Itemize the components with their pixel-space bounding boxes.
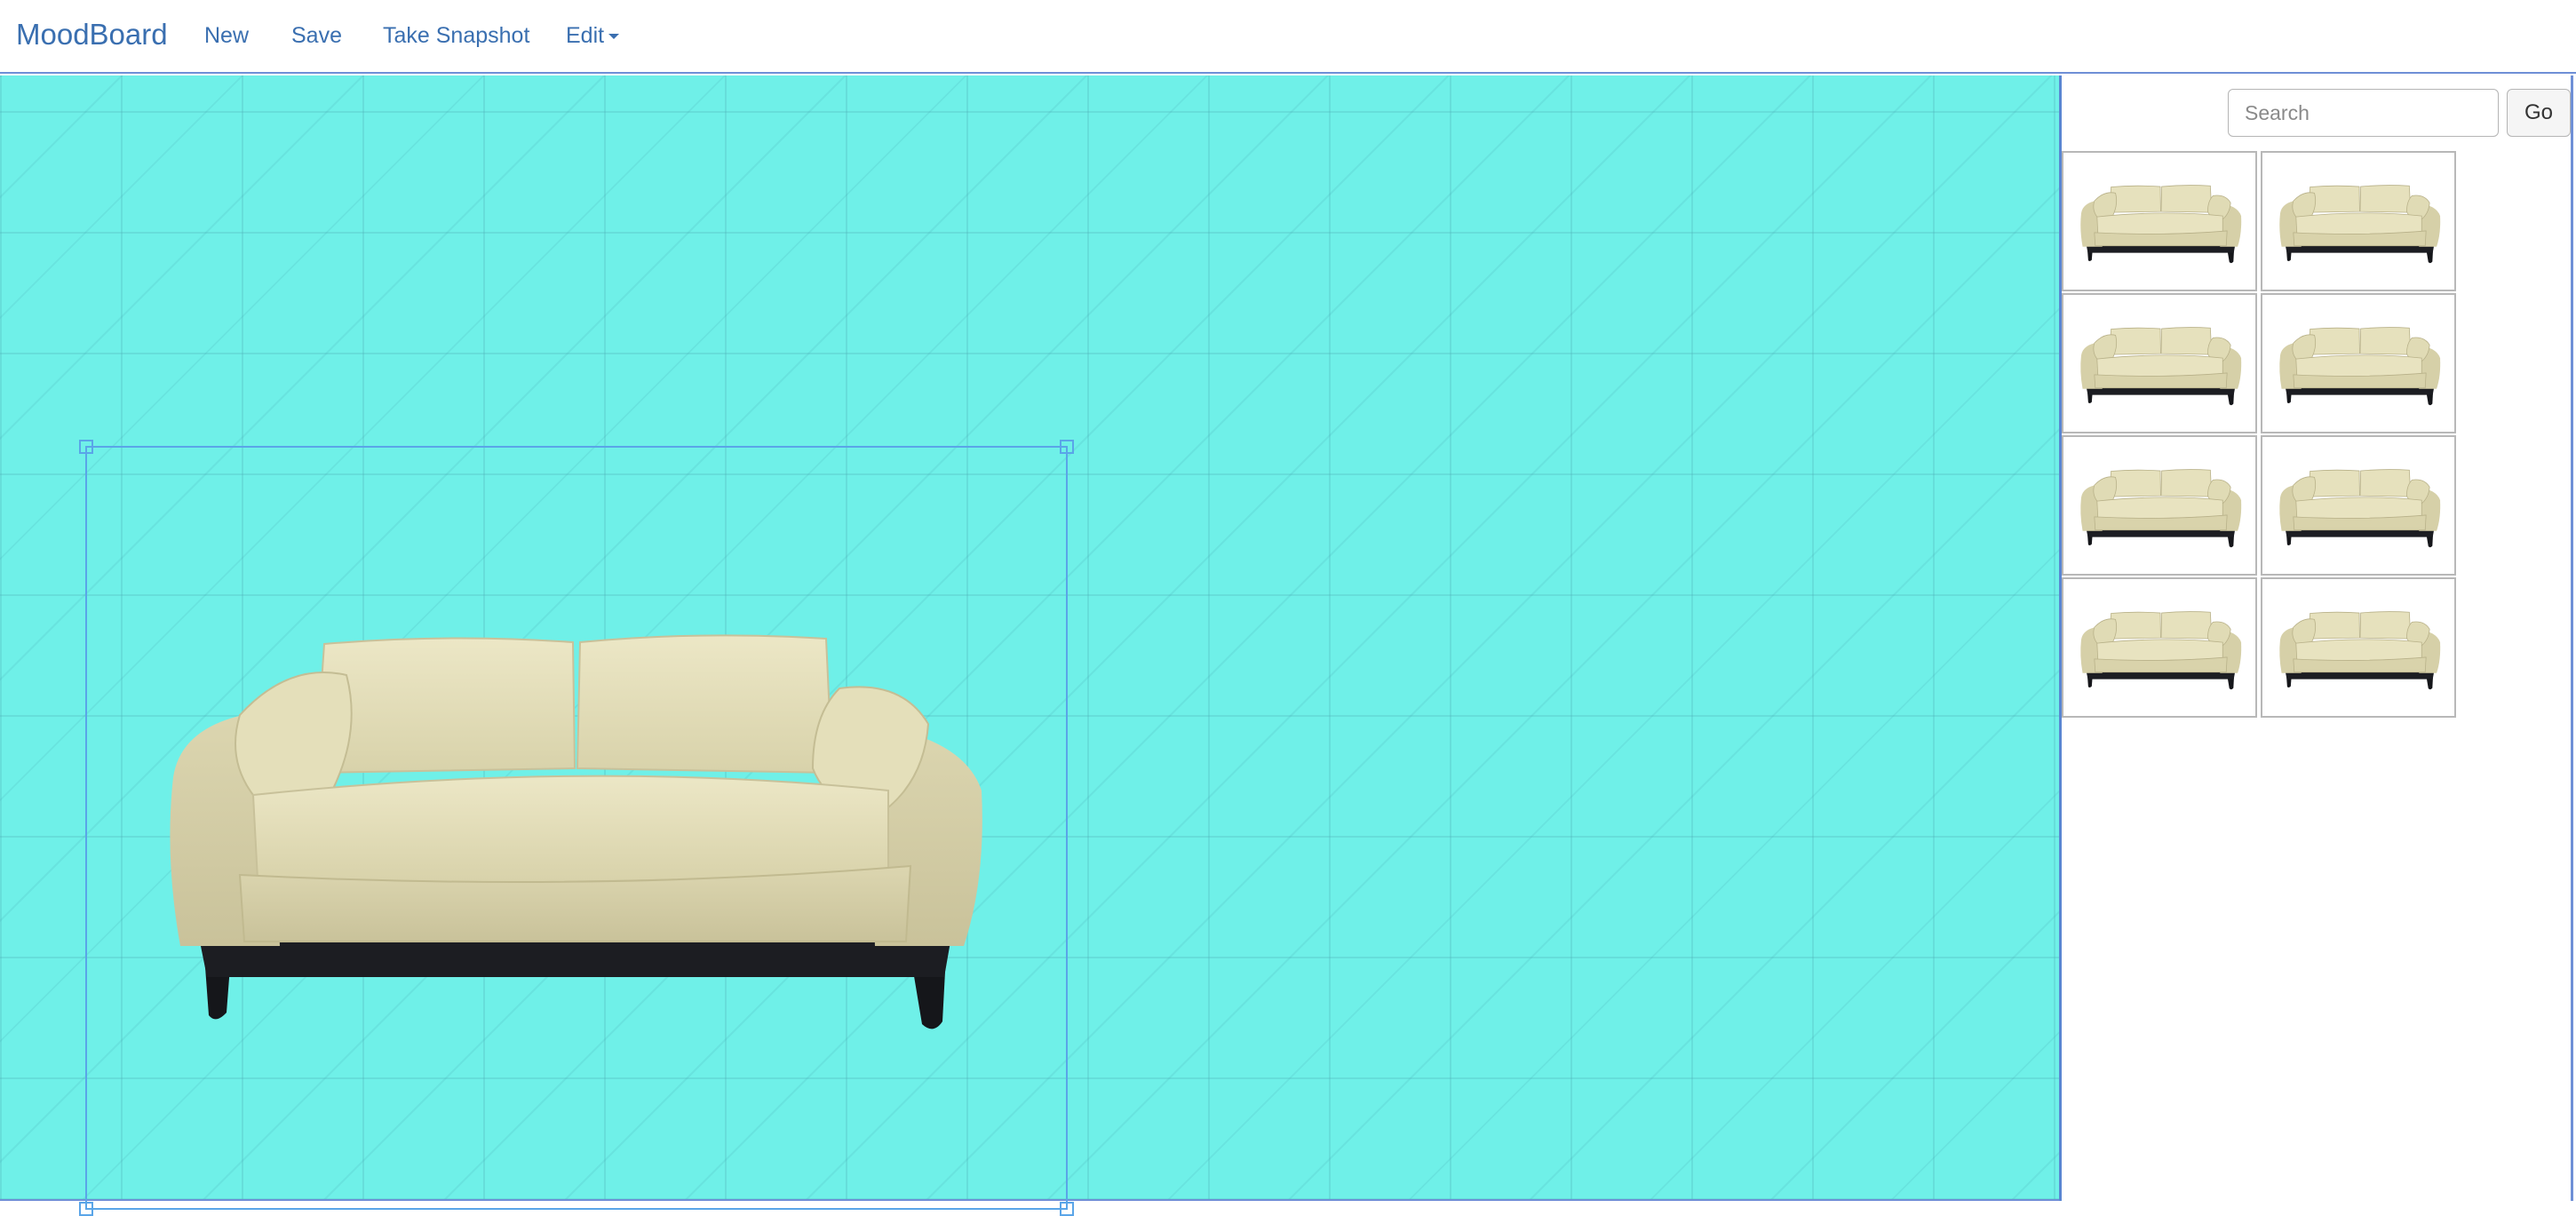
sofa-icon	[2278, 185, 2441, 264]
resize-handle-bottom-right[interactable]	[1060, 1202, 1074, 1216]
sofa-icon	[2278, 611, 2441, 690]
chevron-down-icon	[608, 34, 620, 40]
sofa-icon	[2079, 611, 2242, 690]
go-button[interactable]: Go	[2507, 89, 2571, 137]
edit-dropdown[interactable]: Edit	[566, 23, 620, 49]
search-result-thumbnail[interactable]	[2062, 435, 2257, 576]
search-result-thumbnail[interactable]	[2062, 151, 2257, 291]
search-result-thumbnail[interactable]	[2261, 577, 2456, 718]
sofa-icon	[2079, 327, 2242, 406]
search-result-thumbnail[interactable]	[2062, 293, 2257, 433]
sidebar-border	[2571, 76, 2573, 1201]
search-result-thumbnail[interactable]	[2261, 151, 2456, 291]
search-input[interactable]	[2228, 89, 2499, 137]
search-result-thumbnail[interactable]	[2261, 435, 2456, 576]
new-button[interactable]: New	[204, 23, 249, 49]
sofa-icon	[2278, 327, 2441, 406]
canvas-sofa-image[interactable]	[164, 626, 990, 1044]
top-navbar: MoodBoard New Save Take Snapshot Edit	[0, 0, 2576, 74]
save-button[interactable]: Save	[291, 23, 342, 49]
brand-logo[interactable]: MoodBoard	[16, 18, 168, 52]
take-snapshot-button[interactable]: Take Snapshot	[383, 23, 529, 49]
sofa-icon	[2278, 469, 2441, 548]
sofa-icon	[2079, 469, 2242, 548]
search-result-thumbnail[interactable]	[2062, 577, 2257, 718]
search-result-thumbnail[interactable]	[2261, 293, 2456, 433]
resize-handle-top-right[interactable]	[1060, 440, 1074, 454]
sofa-icon	[2079, 185, 2242, 264]
resize-handle-bottom-left[interactable]	[79, 1202, 93, 1216]
resize-handle-top-left[interactable]	[79, 440, 93, 454]
edit-dropdown-label: Edit	[566, 23, 605, 48]
